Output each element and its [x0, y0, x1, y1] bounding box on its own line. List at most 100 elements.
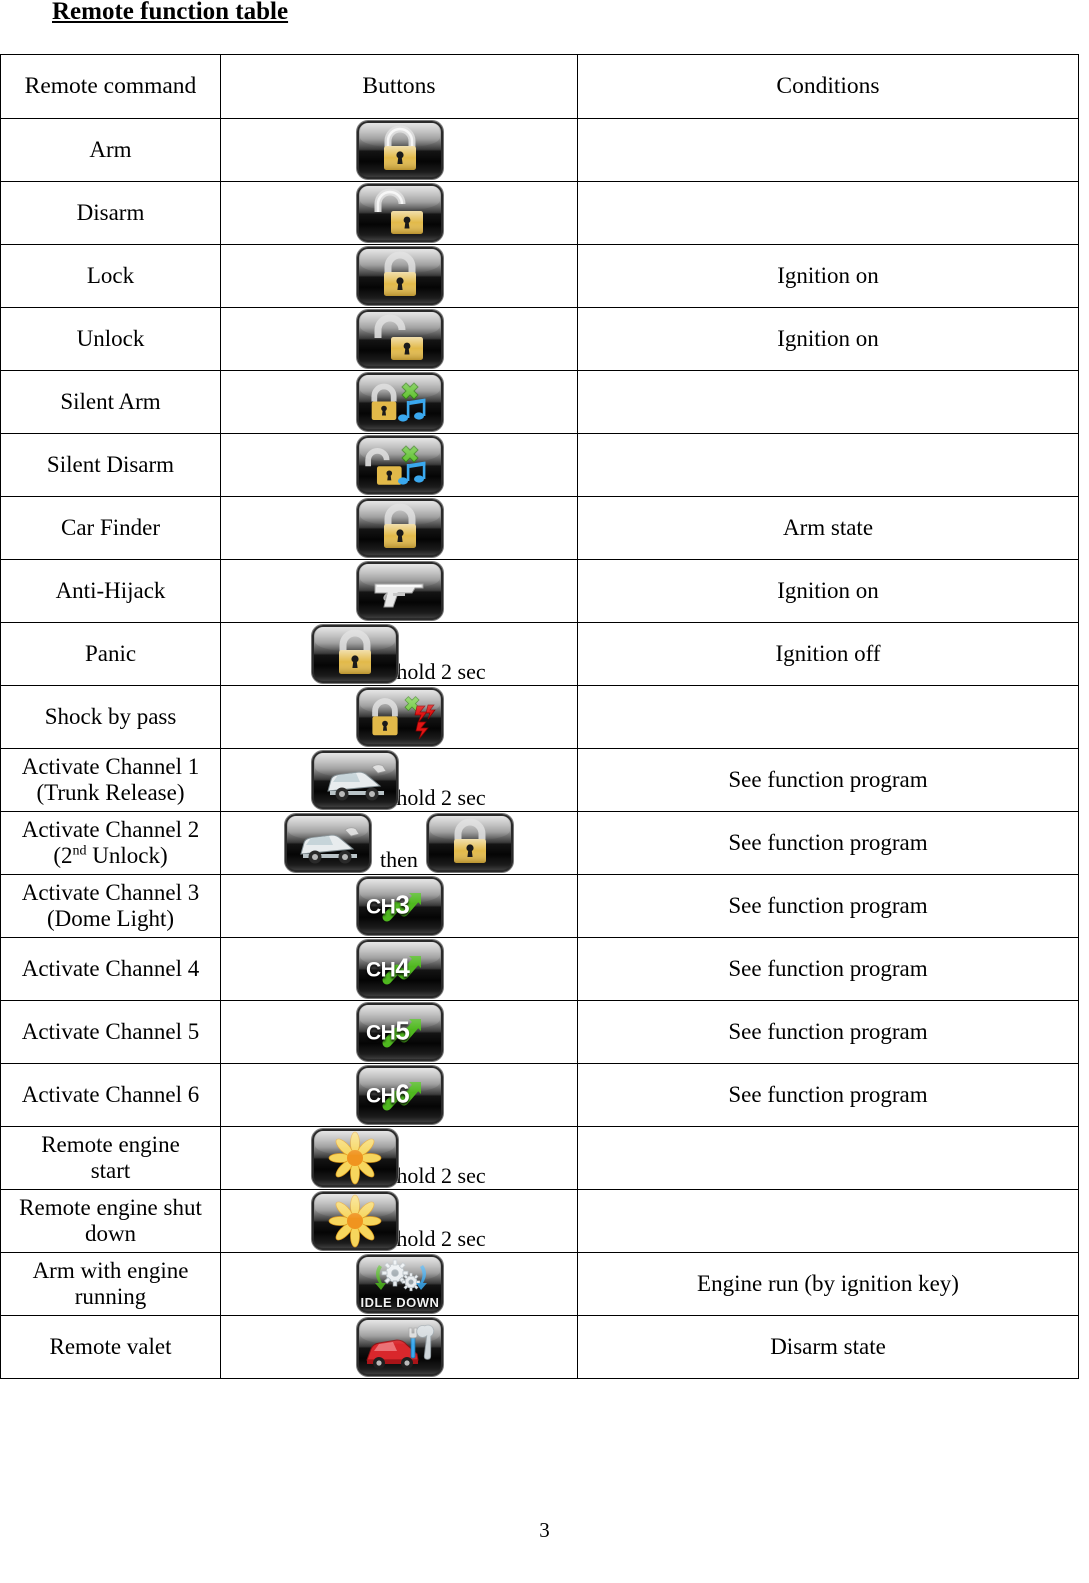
padlock-open-icon[interactable]	[357, 310, 443, 368]
padlock-closed-mute-icon[interactable]	[357, 373, 443, 431]
idle-down-gears-icon[interactable]: IDLE DOWN	[357, 1255, 443, 1313]
row-condition: Ignition on	[577, 307, 1079, 371]
row-command-label: Activate Channel 3 (Dome Light)	[0, 874, 221, 938]
table-header-row: Remote command Buttons Conditions	[0, 54, 1079, 119]
row-condition: See function program	[577, 1000, 1079, 1064]
ch-number: 5	[395, 1015, 410, 1046]
ch-number: 3	[395, 889, 410, 920]
channel-4-icon[interactable]: CH4	[357, 940, 443, 998]
row-command-line-1: Remote engine shut	[19, 1195, 202, 1221]
row-buttons-cell	[220, 244, 578, 308]
row-command-label: Activate Channel 1 (Trunk Release)	[0, 748, 221, 812]
row-buttons-cell: CH5	[220, 1000, 578, 1064]
row-command-line-2: (Dome Light)	[46, 906, 175, 931]
table-row: Lock Ignition on	[0, 244, 1079, 308]
padlock-closed-icon[interactable]	[426, 814, 513, 872]
row-command-line-2: (Trunk Release)	[36, 780, 185, 805]
car-trunk-open-icon[interactable]	[285, 814, 372, 872]
row-buttons-cell: IDLE DOWN	[220, 1252, 578, 1316]
car-trunk-open-icon[interactable]	[312, 751, 399, 809]
row-command-label: Remote valet	[0, 1315, 221, 1379]
channel-5-icon[interactable]: CH5	[357, 1003, 443, 1061]
row-command-label: Disarm	[0, 181, 221, 245]
row-condition: See function program	[577, 811, 1079, 875]
row-command-line-2: running	[74, 1284, 147, 1309]
row-buttons-cell	[220, 370, 578, 434]
row-command-label: Panic	[0, 622, 221, 686]
ch-prefix: CH	[366, 1084, 396, 1108]
column-header-conditions: Conditions	[577, 54, 1079, 119]
row-buttons-cell	[220, 1315, 578, 1379]
channel-button-label: CH4	[366, 952, 410, 983]
row-condition: See function program	[577, 748, 1079, 812]
remote-function-table: Remote command Buttons Conditions Arm Di…	[0, 54, 1079, 1379]
row-command-label: Remote engine shut down	[0, 1189, 221, 1253]
row-command-line-2: start	[90, 1158, 131, 1183]
channel-button-label: CH5	[366, 1015, 410, 1046]
row-condition: See function program	[577, 1063, 1079, 1127]
row-condition: See function program	[577, 874, 1079, 938]
row-button-note: hold 2 sec	[396, 659, 486, 684]
row-condition	[577, 1189, 1079, 1253]
row-button-note: hold 2 sec	[396, 1226, 486, 1251]
row-command-line-2: down	[84, 1221, 137, 1246]
channel-6-icon[interactable]: CH6	[357, 1066, 443, 1124]
table-row: Remote valet Disarm state	[0, 1315, 1079, 1379]
row-command-line-2-sup: nd	[72, 843, 87, 859]
table-row: Unlock Ignition on	[0, 307, 1079, 371]
ch-prefix: CH	[366, 1021, 396, 1045]
row-condition	[577, 370, 1079, 434]
table-row: Activate Channel 2 (2nd Unlock) then See…	[0, 811, 1079, 875]
row-condition: Ignition off	[577, 622, 1079, 686]
channel-3-icon[interactable]: CH3	[357, 877, 443, 935]
padlock-shock-bypass-icon[interactable]	[357, 688, 443, 746]
column-header-buttons: Buttons	[220, 54, 578, 119]
table-row: Disarm	[0, 181, 1079, 245]
row-buttons-cell: CH4	[220, 937, 578, 1001]
row-condition: Ignition on	[577, 559, 1079, 623]
row-buttons-cell	[220, 559, 578, 623]
padlock-closed-icon[interactable]	[312, 625, 399, 683]
row-buttons-cell: hold 2 sec	[220, 1126, 578, 1190]
row-buttons-cell: CH3	[220, 874, 578, 938]
padlock-closed-icon[interactable]	[357, 121, 443, 179]
row-buttons-cell	[220, 433, 578, 497]
table-row: Car Finder Arm state	[0, 496, 1079, 560]
row-command-line-1: Arm with engine	[32, 1258, 189, 1284]
row-command-line-1: Remote engine	[41, 1132, 180, 1158]
channel-button-label: CH3	[366, 889, 410, 920]
remote-function-table-wrapper: Remote command Buttons Conditions Arm Di…	[0, 54, 1079, 1379]
padlock-closed-icon[interactable]	[357, 499, 443, 557]
ch-prefix: CH	[366, 958, 396, 982]
ch-number: 4	[395, 952, 410, 983]
table-row: Arm	[0, 118, 1079, 182]
row-condition	[577, 433, 1079, 497]
table-row: Remote engine start hold 2 sec	[0, 1126, 1079, 1190]
valet-car-tools-icon[interactable]	[357, 1318, 443, 1376]
table-row: Remote engine shut down hold 2 sec	[0, 1189, 1079, 1253]
padlock-open-mute-icon[interactable]	[357, 436, 443, 494]
row-command-label: Activate Channel 4	[0, 937, 221, 1001]
table-row: Anti-Hijack Ignition on	[0, 559, 1079, 623]
row-command-line-1: Activate Channel 3	[21, 880, 200, 906]
engine-start-sunburst-icon[interactable]	[312, 1129, 399, 1187]
idle-down-label: IDLE DOWN	[360, 1295, 440, 1310]
table-row: Arm with engine running IDLE DOWN Engine…	[0, 1252, 1079, 1316]
page-number: 3	[539, 1518, 550, 1542]
row-command-label: Arm	[0, 118, 221, 182]
row-button-note: hold 2 sec	[396, 785, 486, 810]
table-row: Shock by pass	[0, 685, 1079, 749]
row-command-label: Anti-Hijack	[0, 559, 221, 623]
table-row: Activate Channel 6 CH6 See function prog…	[0, 1063, 1079, 1127]
row-buttons-cell: hold 2 sec	[220, 748, 578, 812]
row-buttons-cell	[220, 118, 578, 182]
padlock-closed-icon[interactable]	[357, 247, 443, 305]
row-condition	[577, 685, 1079, 749]
table-row: Silent Arm	[0, 370, 1079, 434]
row-command-label: Activate Channel 2 (2nd Unlock)	[0, 811, 221, 875]
handgun-icon[interactable]	[357, 562, 443, 620]
row-condition: Arm state	[577, 496, 1079, 560]
engine-start-sunburst-icon[interactable]	[312, 1192, 399, 1250]
row-condition: Engine run (by ignition key)	[577, 1252, 1079, 1316]
padlock-open-icon[interactable]	[357, 184, 443, 242]
